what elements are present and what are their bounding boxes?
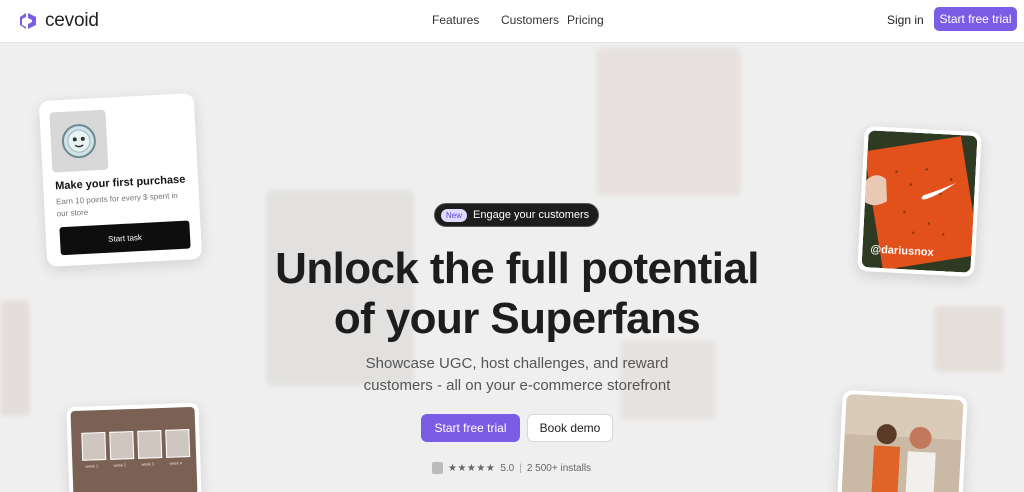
nav-link-customers[interactable]: Customers: [501, 13, 559, 27]
shopify-bag-icon: [432, 462, 443, 474]
coin-mascot-image: [49, 109, 109, 173]
start-free-trial-button[interactable]: Start free trial: [421, 414, 520, 442]
hero-title-line: of your Superfans: [333, 294, 701, 343]
background-image: [934, 306, 1004, 372]
task-card: Make your first purchase Earn 10 points …: [38, 93, 203, 267]
hero-title-line: Unlock the full potential: [275, 244, 759, 293]
background-image: [0, 300, 30, 416]
challenge-photos: week 1 week 2 week 3 week 4: [70, 406, 198, 492]
book-demo-button[interactable]: Book demo: [527, 414, 613, 442]
task-subtitle: Earn 10 points for every $ spent in our …: [55, 191, 178, 219]
hero-subtitle-line: Showcase UGC, host challenges, and rewar…: [365, 355, 669, 372]
thumbnail: [165, 429, 191, 458]
nike-shoebox-image: @dariusnox: [861, 130, 978, 273]
rating-value: 5.0: [500, 462, 515, 474]
thumbnail: [81, 431, 107, 461]
sign-in-link[interactable]: Sign in: [887, 13, 924, 27]
nav-link-pricing[interactable]: Pricing: [567, 13, 604, 27]
logo-text: cevoid: [45, 10, 99, 31]
ugc-card-runners[interactable]: [837, 389, 968, 492]
rating-row: ★★★★★ 5.0 | 2 500+ installs: [432, 462, 591, 474]
thumbnail-label: week 2: [113, 462, 127, 468]
runners-photo: [841, 394, 964, 492]
thumbnail: [137, 430, 163, 459]
divider: |: [519, 462, 522, 474]
badge-text: Engage your customers: [473, 209, 590, 221]
star-rating-icons: ★★★★★: [448, 462, 496, 474]
nav-link-features[interactable]: Features: [432, 13, 479, 27]
installs-count: 2 500+ installs: [526, 462, 592, 474]
start-task-button[interactable]: Start task: [59, 220, 191, 256]
hero-title: Unlock the full potential of your Superf…: [240, 244, 794, 344]
cevoid-logo-icon: [20, 13, 36, 29]
background-image: [596, 48, 741, 196]
hero-subtitle-line: customers - all on your e-commerce store…: [363, 377, 671, 394]
thumbnail: [109, 431, 135, 460]
thumbnail-label: week 3: [141, 461, 155, 467]
top-nav: cevoid Features Customers Pricing Sign i…: [0, 0, 1024, 43]
challenge-card[interactable]: week 1 week 2 week 3 week 4: [66, 402, 202, 492]
hero-subtitle: Showcase UGC, host challenges, and rewar…: [300, 353, 734, 397]
coin-icon: [61, 124, 96, 159]
thumbnail-label: week 4: [169, 460, 183, 466]
nav-start-trial-button[interactable]: Start free trial: [934, 7, 1017, 31]
new-tag: New: [441, 208, 468, 222]
announcement-badge[interactable]: New Engage your customers: [434, 203, 599, 227]
logo[interactable]: cevoid: [18, 10, 99, 32]
thumbnail-label: week 1: [85, 463, 99, 469]
ugc-card-nike[interactable]: @dariusnox: [857, 126, 982, 277]
